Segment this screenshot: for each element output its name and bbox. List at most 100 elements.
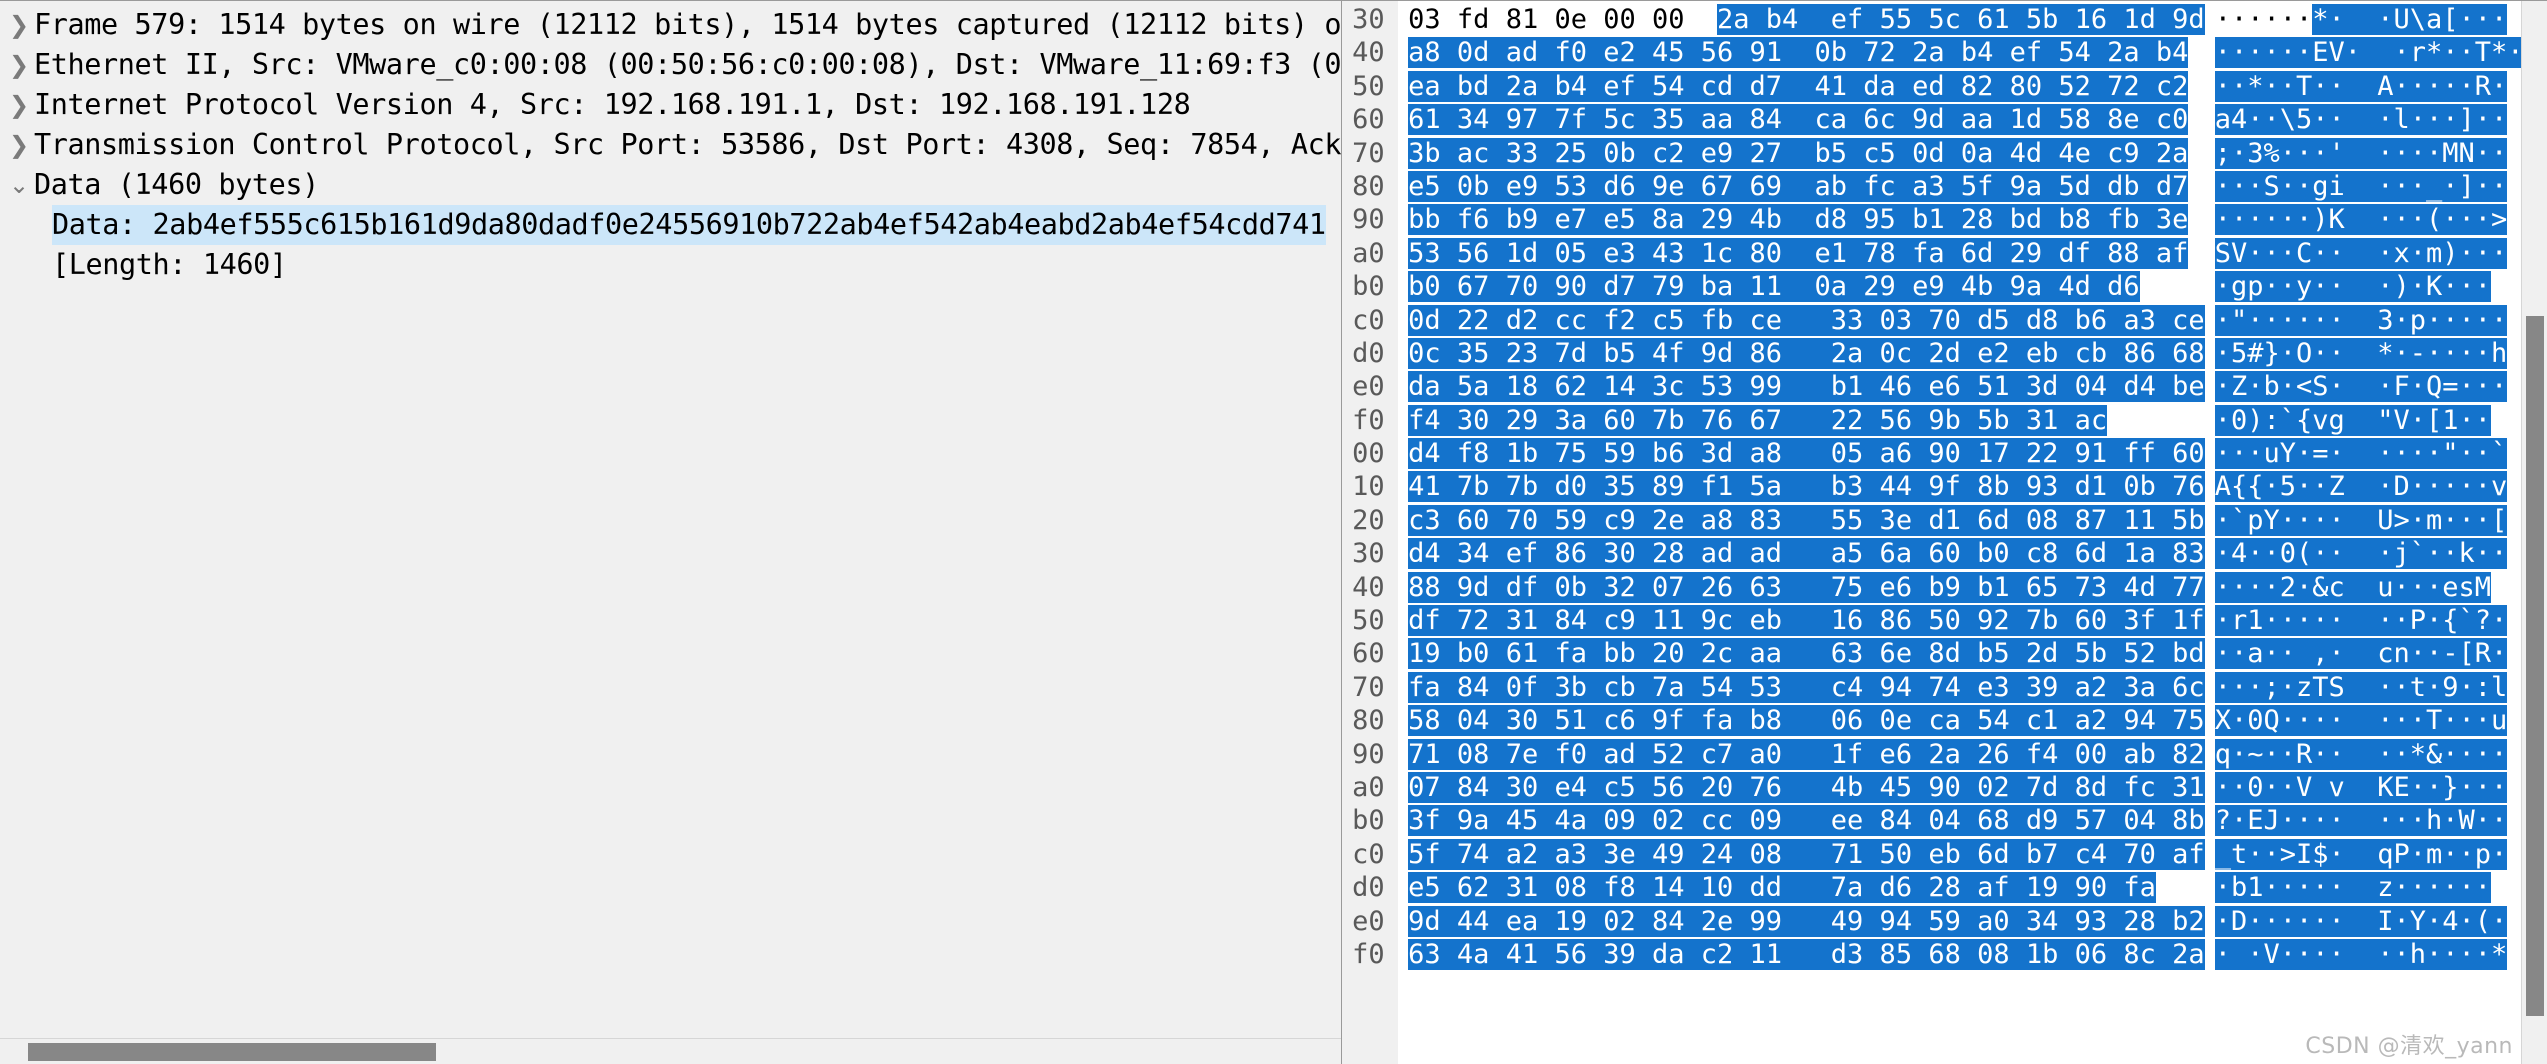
hex-ascii-row[interactable]: ···S··gi ···_·]·· [2214, 170, 2521, 203]
hex-byte-row[interactable]: 41 7b 7b d0 35 89 f1 5a b3 44 9f 8b 93 d… [1398, 470, 2205, 503]
hex-ascii-column[interactable]: ······*· ·U\a[··· ······EV· ·r*··T*· ··*··… [2204, 1, 2521, 1064]
hex-byte-row[interactable]: e5 62 31 08 f8 14 10 dd 7a d6 28 af 19 9… [1398, 871, 2205, 904]
detail-tree-row[interactable]: Ethernet II, Src: VMware_c0:00:08 (00:50… [0, 45, 1341, 85]
hex-byte-row[interactable]: bb f6 b9 e7 e5 8a 29 4b d8 95 b1 28 bd b… [1398, 203, 2205, 236]
detail-tree-row[interactable]: Frame 579: 1514 bytes on wire (12112 bit… [0, 5, 1341, 45]
hex-offset: 80 [1352, 170, 1385, 202]
hex-byte-row[interactable]: da 5a 18 62 14 3c 53 99 b1 46 e6 51 3d 0… [1398, 370, 2205, 403]
hex-byte-row[interactable]: 61 34 97 7f 5c 35 aa 84 ca 6c 9d aa 1d 5… [1398, 103, 2205, 136]
hex-byte-row[interactable]: 58 04 30 51 c6 9f fa b8 06 0e ca 54 c1 a… [1398, 704, 2205, 737]
hex-ascii-row[interactable]: X·0Q···· ···T···u [2214, 704, 2521, 737]
hex-ascii-row[interactable]: ······EV· ·r*··T*· [2214, 36, 2521, 69]
hex-byte-row[interactable]: 53 56 1d 05 e3 43 1c 80 e1 78 fa 6d 29 d… [1398, 237, 2205, 270]
hex-byte-row[interactable]: b0 67 70 90 d7 79 ba 11 0a 29 e9 4b 9a 4… [1398, 270, 2205, 303]
hex-byte-row[interactable]: fa 84 0f 3b cb 7a 54 53 c4 94 74 e3 39 a… [1398, 671, 2205, 704]
chevron-down-icon[interactable] [4, 165, 34, 205]
hex-bytes-column[interactable]: 03 fd 81 0e 00 00 2a b4 ef 55 5c 61 5b 1… [1398, 1, 2205, 1064]
hex-ascii-row[interactable]: ·b1····· z······ [2214, 871, 2521, 904]
hex-ascii-row[interactable]: a4··\5·· ·l···]·· [2214, 103, 2521, 136]
horizontal-scrollbar[interactable] [0, 1038, 1342, 1064]
hex-ascii-selected: ·b1····· z······ [2214, 872, 2492, 904]
hex-ascii-row[interactable]: ?·EJ···· ···h·W·· [2214, 804, 2521, 837]
hex-byte-row[interactable]: 03 fd 81 0e 00 00 2a b4 ef 55 5c 61 5b 1… [1398, 3, 2205, 36]
detail-tree-row[interactable]: Data: 2ab4ef555c615b161d9da80dadf0e24556… [0, 205, 1341, 245]
hex-ascii-row[interactable]: ·D······ I·Y·4·(· [2214, 905, 2521, 938]
hex-bytes-selected: e5 0b e9 53 d6 9e 67 69 ab fc a3 5f 9a 5… [1408, 170, 2189, 202]
hex-ascii-row[interactable]: ·4··0(·· ·j`··k·· [2214, 537, 2521, 570]
chevron-right-icon[interactable] [4, 45, 34, 85]
hex-ascii-row[interactable]: ·"······ 3·p····· [2214, 304, 2521, 337]
hex-byte-row[interactable]: e5 0b e9 53 d6 9e 67 69 ab fc a3 5f 9a 5… [1398, 170, 2205, 203]
detail-tree-row[interactable]: Internet Protocol Version 4, Src: 192.16… [0, 85, 1341, 125]
hex-ascii-row[interactable]: ··a·· ,· cn··-[R· [2214, 637, 2521, 670]
hex-ascii-row[interactable]: A{{·5··Z ·D·····v [2214, 470, 2521, 503]
hex-byte-row[interactable]: 63 4a 41 56 39 da c2 11 d3 85 68 08 1b 0… [1398, 938, 2205, 971]
hex-offset: 70 [1352, 671, 1385, 703]
hex-bytes-selected: 53 56 1d 05 e3 43 1c 80 e1 78 fa 6d 29 d… [1408, 237, 2189, 269]
hex-ascii-row[interactable]: SV···C·· ·x·m)··· [2214, 237, 2521, 270]
hex-bytes-selected: a8 0d ad f0 e2 45 56 91 0b 72 2a b4 ef 5… [1408, 37, 2189, 69]
hex-ascii-row[interactable]: ·gp··y·· ·)·K··· [2214, 270, 2521, 303]
vertical-scrollbar-thumb[interactable] [2526, 316, 2544, 1016]
horizontal-scrollbar-thumb[interactable] [28, 1043, 436, 1061]
vertical-scrollbar[interactable] [2521, 1, 2547, 1064]
hex-ascii-row[interactable]: q·~··R·· ··*&···· [2214, 738, 2521, 771]
hex-dump-area[interactable]: 30 40 50 60 70 80 90 a0 b0 c0 d0 e0 f0 00 10 20 30 40 50 60… [1342, 1, 2521, 1064]
hex-ascii-row[interactable]: ·0):`{vg "V·[1·· [2214, 404, 2521, 437]
hex-ascii-selected: X·0Q···· ···T···u [2214, 705, 2508, 737]
hex-ascii-selected: ·5#}·O·· *·-····h [2214, 337, 2508, 369]
hex-ascii-row[interactable]: ··*··T·· A·····R· [2214, 70, 2521, 103]
hex-ascii-row[interactable]: ··0··V v KE··}··· [2214, 771, 2521, 804]
hex-ascii-row[interactable]: _t··>I$· qP·m··p· [2214, 838, 2521, 871]
hex-ascii-row[interactable]: ···;·zTS ··t·9·:l [2214, 671, 2521, 704]
hex-offset: b0 [1352, 805, 1385, 837]
hex-byte-row[interactable]: f4 30 29 3a 60 7b 76 67 22 56 9b 5b 31 a… [1398, 404, 2205, 437]
hex-ascii-row[interactable]: ····2·&c u···esM [2214, 571, 2521, 604]
hex-ascii-selected: ·4··0(·· ·j`··k·· [2214, 538, 2508, 570]
hex-byte-row[interactable]: 0c 35 23 7d b5 4f 9d 86 2a 0c 2d e2 eb c… [1398, 337, 2205, 370]
packet-detail-scroll-area[interactable]: Frame 579: 1514 bytes on wire (12112 bit… [0, 1, 1342, 1038]
hex-byte-row[interactable]: 3b ac 33 25 0b c2 e9 27 b5 c5 0d 0a 4d 4… [1398, 137, 2205, 170]
hex-ascii-selected: ··0··V v KE··}··· [2214, 771, 2508, 803]
hex-byte-row[interactable]: 88 9d df 0b 32 07 26 63 75 e6 b9 b1 65 7… [1398, 571, 2205, 604]
hex-ascii-row[interactable]: ·5#}·O·· *·-····h [2214, 337, 2521, 370]
hex-byte-row[interactable]: 71 08 7e f0 ad 52 c7 a0 1f e6 2a 26 f4 0… [1398, 738, 2205, 771]
chevron-right-icon[interactable] [4, 85, 34, 125]
hex-byte-row[interactable]: c3 60 70 59 c9 2e a8 83 55 3e d1 6d 08 8… [1398, 504, 2205, 537]
hex-ascii-row[interactable]: ;·3%···' ····MN·· [2214, 137, 2521, 170]
chevron-right-icon[interactable] [4, 125, 34, 165]
hex-ascii-row[interactable]: ······*· ·U\a[··· [2214, 3, 2521, 36]
hex-byte-row[interactable]: 9d 44 ea 19 02 84 2e 99 49 94 59 a0 34 9… [1398, 905, 2205, 938]
chevron-right-icon[interactable] [4, 5, 34, 45]
hex-byte-row[interactable]: ea bd 2a b4 ef 54 cd d7 41 da ed 82 80 5… [1398, 70, 2205, 103]
hex-ascii-row[interactable]: ······)K ···(···> [2214, 203, 2521, 236]
hex-byte-row[interactable]: 19 b0 61 fa bb 20 2c aa 63 6e 8d b5 2d 5… [1398, 637, 2205, 670]
detail-tree-row-label: [Length: 1460] [52, 248, 287, 281]
hex-byte-row[interactable]: df 72 31 84 c9 11 9c eb 16 86 50 92 7b 6… [1398, 604, 2205, 637]
hex-byte-row[interactable]: d4 f8 1b 75 59 b6 3d a8 05 a6 90 17 22 9… [1398, 437, 2205, 470]
hex-byte-row[interactable]: 5f 74 a2 a3 3e 49 24 08 71 50 eb 6d b7 c… [1398, 838, 2205, 871]
hex-ascii-row[interactable]: ·r1····· ··P·{`?· [2214, 604, 2521, 637]
hex-offset: 00 [1352, 438, 1385, 470]
hex-ascii-row[interactable]: · ·V···· ··h····* [2214, 938, 2521, 971]
hex-offset: 80 [1352, 705, 1385, 737]
hex-ascii-row[interactable]: ·Z·b·<S· ·F·Q=··· [2214, 370, 2521, 403]
detail-tree-row[interactable]: Data (1460 bytes) [0, 165, 1341, 205]
hex-byte-row[interactable]: 0d 22 d2 cc f2 c5 fb ce 33 03 70 d5 d8 b… [1398, 304, 2205, 337]
hex-offset: e0 [1352, 371, 1385, 403]
hex-byte-row[interactable]: a8 0d ad f0 e2 45 56 91 0b 72 2a b4 ef 5… [1398, 36, 2205, 69]
hex-byte-row[interactable]: 3f 9a 45 4a 09 02 cc 09 ee 84 04 68 d9 5… [1398, 804, 2205, 837]
hex-ascii-row[interactable]: ·`pY···· U>·m···[ [2214, 504, 2521, 537]
hex-offset: c0 [1352, 838, 1385, 870]
hex-bytes-selected: 19 b0 61 fa bb 20 2c aa 63 6e 8d b5 2d 5… [1408, 638, 2205, 670]
detail-tree-row[interactable]: Transmission Control Protocol, Src Port:… [0, 125, 1341, 165]
hex-ascii-selected: ·r1····· ··P·{`?· [2214, 605, 2508, 637]
hex-ascii-row[interactable]: ···uY·=· ····"··` [2214, 437, 2521, 470]
detail-tree-row[interactable]: [Length: 1460] [0, 245, 1341, 285]
hex-byte-row[interactable]: d4 34 ef 86 30 28 ad ad a5 6a 60 b0 c8 6… [1398, 537, 2205, 570]
detail-tree-row-label: Transmission Control Protocol, Src Port:… [34, 128, 1342, 161]
hex-ascii-selected: ?·EJ···· ···h·W·· [2214, 805, 2508, 837]
hex-bytes-selected: bb f6 b9 e7 e5 8a 29 4b d8 95 b1 28 bd b… [1408, 204, 2189, 236]
hex-byte-row[interactable]: 07 84 30 e4 c5 56 20 76 4b 45 90 02 7d 8… [1398, 771, 2205, 804]
hex-ascii-selected: · ·V···· ··h····* [2214, 938, 2508, 970]
